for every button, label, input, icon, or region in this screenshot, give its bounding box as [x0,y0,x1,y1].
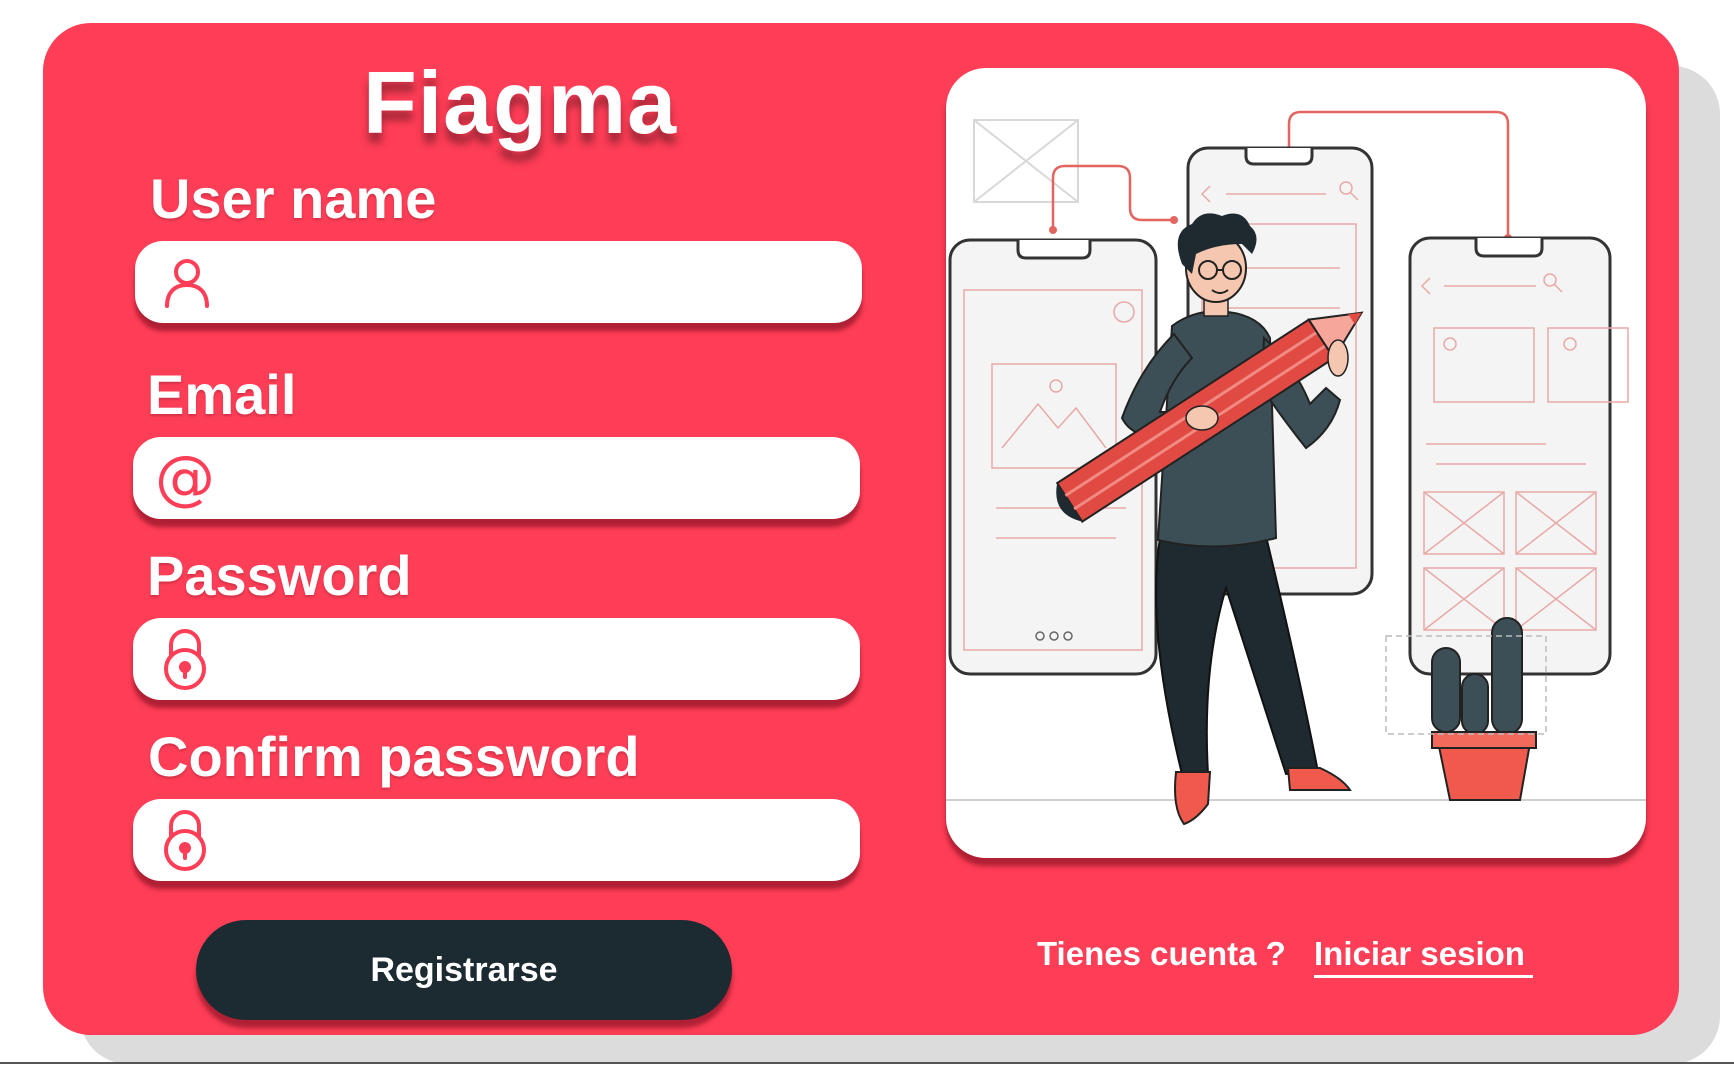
register-button[interactable]: Registrarse [196,920,732,1020]
have-account-text: Tienes cuenta ? [1037,935,1286,972]
email-field: @ [133,437,860,519]
confirm-password-input[interactable] [229,809,836,871]
password-label: Password [147,544,412,607]
username-field [135,241,862,323]
login-link[interactable]: Iniciar sesion [1314,935,1533,978]
window-bottom-border [0,1062,1734,1064]
confirm-password-label: Confirm password [148,725,640,788]
lock-icon [153,808,217,872]
illustration-svg [946,110,1646,826]
username-input[interactable] [231,251,838,313]
password-field [133,618,860,700]
email-label: Email [147,363,297,426]
brand-title: Fiagma [362,53,678,152]
password-input[interactable] [229,628,836,690]
wireframe-image-placeholder [973,119,1079,203]
username-label: User name [150,167,437,230]
confirm-password-field [133,799,860,881]
user-icon [155,250,219,314]
designer-illustration [946,68,1646,858]
at-sign-icon: @ [153,446,217,510]
email-input[interactable] [229,447,836,509]
lock-icon [153,627,217,691]
at-sign-glyph: @ [155,443,215,513]
phone-wireframe-right [1408,236,1629,676]
